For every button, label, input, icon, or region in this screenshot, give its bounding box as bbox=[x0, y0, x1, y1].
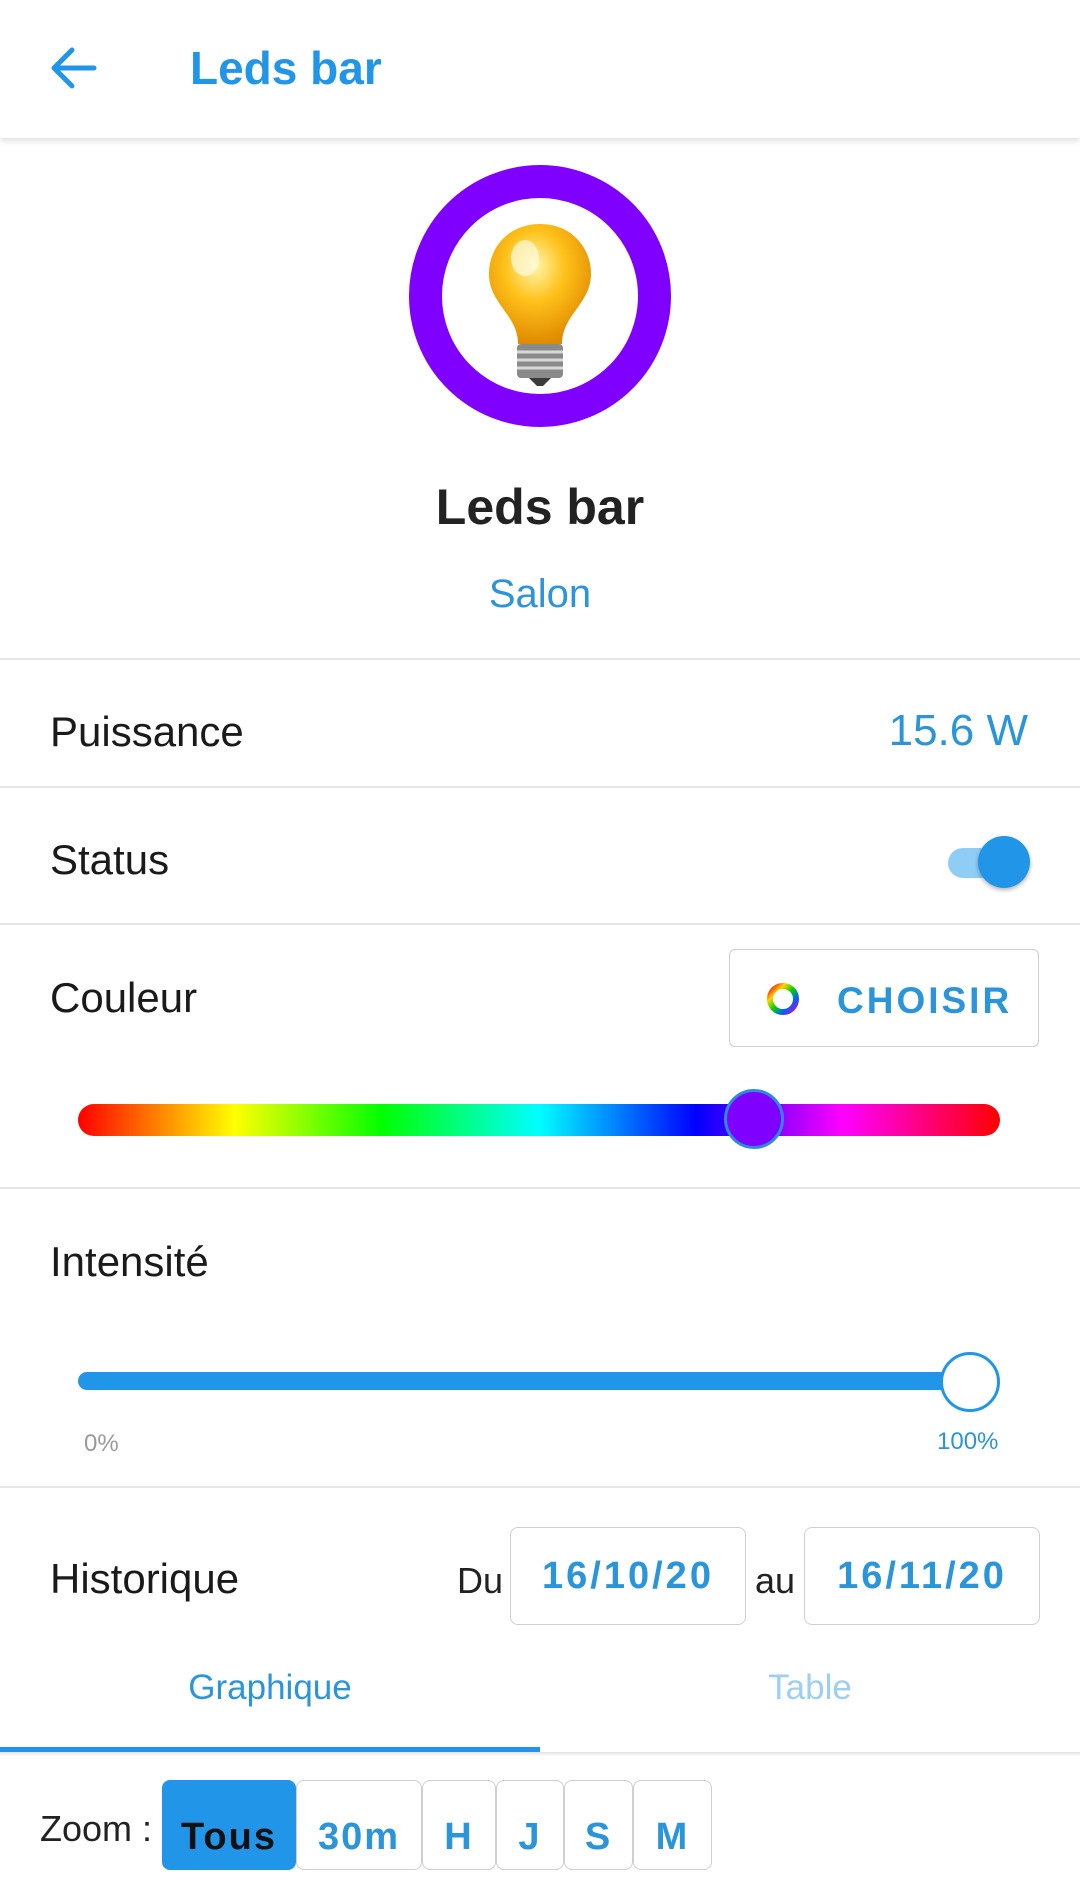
device-room[interactable]: Salon bbox=[0, 572, 1080, 617]
zoom-label: Zoom : bbox=[40, 1808, 153, 1849]
hue-slider-track[interactable] bbox=[78, 1104, 1000, 1136]
power-label: Puissance bbox=[50, 708, 244, 755]
divider bbox=[0, 786, 1080, 788]
status-label: Status bbox=[50, 836, 170, 883]
status-toggle[interactable] bbox=[948, 836, 1030, 888]
from-label: Du bbox=[457, 1560, 504, 1601]
tab-graph[interactable]: Graphique bbox=[0, 1668, 540, 1708]
intensity-slider-track[interactable] bbox=[78, 1372, 968, 1390]
zoom-option-all[interactable]: Tous bbox=[162, 1780, 296, 1870]
zoom-option-week[interactable]: S bbox=[564, 1780, 633, 1870]
to-date-field[interactable]: 16/11/20 bbox=[804, 1527, 1040, 1625]
intensity-min-label: 0% bbox=[84, 1430, 119, 1457]
arrow-left-icon bbox=[51, 47, 97, 89]
hue-slider-thumb[interactable] bbox=[724, 1089, 784, 1149]
intensity-label: Intensité bbox=[50, 1238, 209, 1285]
divider bbox=[0, 658, 1080, 660]
zoom-option-month[interactable]: M bbox=[633, 1780, 712, 1870]
tab-bar-shadow bbox=[0, 1752, 1080, 1756]
choose-color-button[interactable]: CHOISIR bbox=[729, 949, 1039, 1047]
divider bbox=[0, 923, 1080, 925]
app-header: Leds bar bbox=[0, 0, 1080, 138]
to-label: au bbox=[755, 1560, 796, 1601]
back-button[interactable] bbox=[46, 40, 102, 96]
divider bbox=[0, 1486, 1080, 1488]
light-bulb-icon bbox=[489, 224, 591, 386]
intensity-slider-thumb[interactable] bbox=[940, 1352, 1000, 1412]
divider bbox=[0, 1187, 1080, 1189]
history-label: Historique bbox=[50, 1555, 240, 1602]
from-date-field[interactable]: 16/10/20 bbox=[510, 1527, 746, 1625]
zoom-option-hour[interactable]: H bbox=[422, 1780, 496, 1870]
choose-color-label: CHOISIR bbox=[837, 980, 1013, 1021]
page-title: Leds bar bbox=[190, 42, 382, 94]
power-value: 15.6 W bbox=[888, 706, 1028, 755]
tab-table[interactable]: Table bbox=[540, 1668, 1080, 1708]
device-avatar bbox=[409, 165, 671, 427]
color-label: Couleur bbox=[50, 974, 198, 1021]
intensity-max-label: 100% bbox=[937, 1428, 999, 1455]
device-name: Leds bar bbox=[435, 479, 645, 535]
zoom-option-30m[interactable]: 30m bbox=[296, 1780, 422, 1870]
zoom-option-day[interactable]: J bbox=[496, 1780, 564, 1870]
toggle-knob bbox=[978, 836, 1030, 888]
color-wheel-icon bbox=[767, 983, 799, 1015]
